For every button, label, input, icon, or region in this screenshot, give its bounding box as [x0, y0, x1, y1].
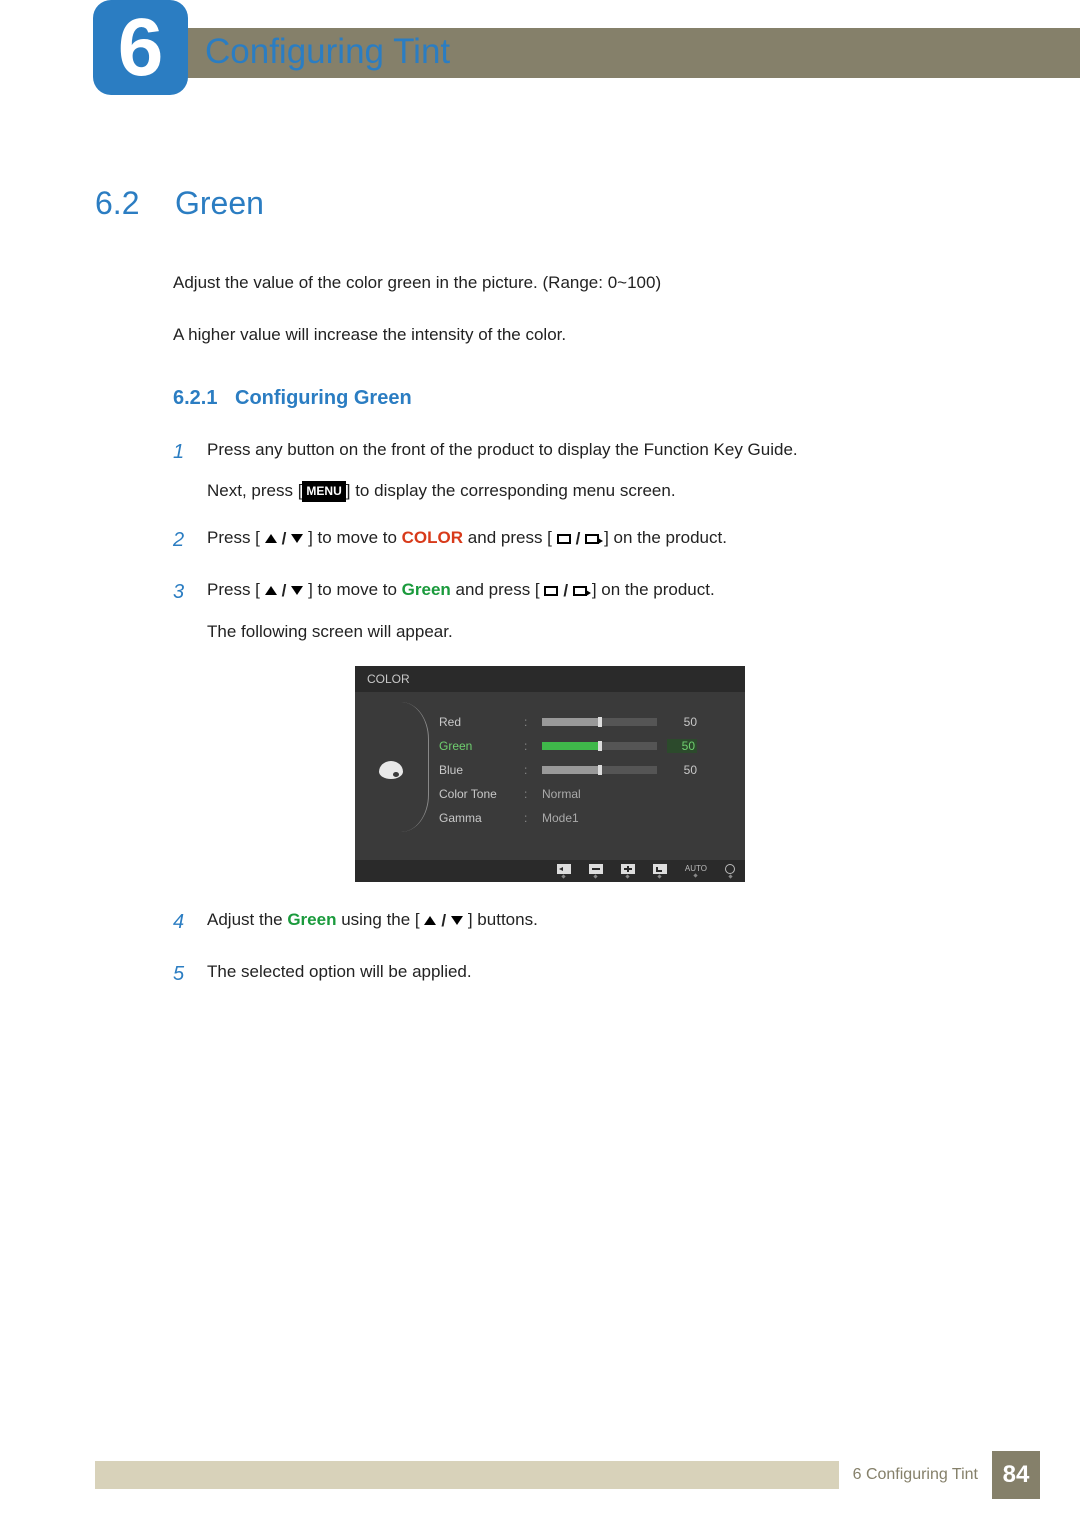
step-2-text: Press [ / ] to move to COLOR and press [… [207, 524, 1005, 552]
osd-row[interactable]: Green: 50 [439, 734, 729, 758]
section-number: 6.2 [95, 185, 175, 222]
osd-body: Red: 50 Green: 50 Blue: 50 Color Tone: Normal Ga… [355, 692, 745, 860]
osd-colon: : [524, 811, 532, 825]
osd-row[interactable]: Color Tone: Normal [439, 782, 729, 806]
step-5: 5 The selected option will be applied. [173, 958, 1005, 990]
step-1: 1 Press any button on the front of the p… [173, 436, 1005, 504]
subsection-number: 6.2.1 [173, 387, 235, 410]
footer-chapter-text: 6 Configuring Tint [839, 1466, 992, 1484]
osd-row-label: Green [439, 739, 514, 753]
osd-back-button[interactable] [557, 864, 571, 878]
step-3-line2: The following screen will appear. [207, 618, 1005, 645]
osd-value: 50 [667, 763, 697, 777]
step-3-text: Press [ / ] to move to Green and press [… [207, 576, 1005, 645]
osd-value: Normal [542, 787, 581, 801]
intro-text-1: Adjust the value of the color green in t… [173, 270, 1005, 296]
osd-row-label: Blue [439, 763, 514, 777]
osd-value: 50 [667, 715, 697, 729]
keyword-color: COLOR [402, 528, 463, 547]
subsection-title: Configuring Green [235, 387, 412, 410]
text-fragment: and press [ [456, 580, 540, 599]
step-4-text: Adjust the Green using the [ / ] buttons… [207, 906, 1005, 934]
osd-row[interactable]: Red: 50 [439, 710, 729, 734]
step-3: 3 Press [ / ] to move to Green and press… [173, 576, 1005, 645]
step-2: 2 Press [ / ] to move to COLOR and press… [173, 524, 1005, 556]
osd-enter-button[interactable] [653, 864, 667, 878]
osd-row-label: Red [439, 715, 514, 729]
text-fragment: and press [ [468, 528, 552, 547]
step-4: 4 Adjust the Green using the [ / ] butto… [173, 906, 1005, 938]
osd-plus-button[interactable] [621, 864, 635, 878]
up-down-icon: / [265, 577, 304, 604]
osd-slider[interactable] [542, 718, 657, 726]
chapter-title: Configuring Tint [205, 32, 450, 72]
step-number: 3 [173, 576, 207, 608]
text-fragment: ] to move to [308, 580, 402, 599]
osd-footer: AUTO [355, 860, 745, 882]
keyword-green: Green [287, 910, 336, 929]
osd-slider[interactable] [542, 766, 657, 774]
osd-row[interactable]: Blue: 50 [439, 758, 729, 782]
palette-icon [379, 761, 403, 779]
osd-arc-divider [401, 702, 429, 832]
osd-row[interactable]: Gamma: Mode1 [439, 806, 729, 830]
menu-button-label: MENU [302, 481, 345, 502]
up-down-icon: / [265, 525, 304, 552]
text-fragment: ] to display the corresponding menu scre… [346, 481, 676, 500]
step-5-text: The selected option will be applied. [207, 958, 1005, 985]
keyword-green: Green [402, 580, 451, 599]
text-fragment: ] on the product. [592, 580, 715, 599]
page-footer: 6 Configuring Tint 84 [95, 1451, 1080, 1499]
up-down-icon: / [424, 907, 463, 934]
osd-slider[interactable] [542, 742, 657, 750]
intro-text-2: A higher value will increase the intensi… [173, 322, 1005, 348]
osd-category-icon-column [371, 710, 411, 830]
osd-colon: : [524, 739, 532, 753]
text-fragment: ] on the product. [604, 528, 727, 547]
text-fragment: Next, press [ [207, 481, 302, 500]
osd-colon: : [524, 763, 532, 777]
select-enter-icon: / [557, 525, 600, 552]
osd-row-label: Color Tone [439, 787, 514, 801]
osd-title: COLOR [355, 666, 745, 692]
page-content: 6.2 Green Adjust the value of the color … [95, 185, 1005, 1010]
osd-colon: : [524, 715, 532, 729]
osd-menu: COLOR Red: 50 Green: 50 Blue: 50 Color Tone: No… [355, 666, 745, 882]
step-1-line1: Press any button on the front of the pro… [207, 436, 1005, 463]
section-title: Green [175, 185, 264, 222]
section-heading: 6.2 Green [95, 185, 1005, 222]
osd-power-button[interactable] [725, 864, 735, 878]
step-number: 1 [173, 436, 207, 468]
text-fragment: ] to move to [308, 528, 402, 547]
osd-minus-button[interactable] [589, 864, 603, 878]
step-number: 2 [173, 524, 207, 556]
step-number: 5 [173, 958, 207, 990]
step-number: 4 [173, 906, 207, 938]
select-enter-icon: / [544, 577, 587, 604]
step-1-line2: Next, press [MENU] to display the corres… [207, 477, 1005, 504]
text-fragment: using the [ [341, 910, 419, 929]
osd-rows: Red: 50 Green: 50 Blue: 50 Color Tone: Normal Ga… [411, 710, 729, 830]
text-fragment: Press [ [207, 528, 260, 547]
text-fragment: ] buttons. [468, 910, 538, 929]
osd-value: 50 [667, 739, 697, 753]
text-fragment: Press [ [207, 580, 260, 599]
footer-page-number: 84 [992, 1451, 1040, 1499]
subsection-heading: 6.2.1 Configuring Green [173, 387, 1005, 410]
osd-auto-button[interactable]: AUTO [685, 864, 707, 877]
footer-bar [95, 1461, 839, 1489]
chapter-number-badge: 6 [93, 0, 188, 95]
osd-value: Mode1 [542, 811, 579, 825]
text-fragment: Adjust the [207, 910, 287, 929]
osd-colon: : [524, 787, 532, 801]
osd-row-label: Gamma [439, 811, 514, 825]
